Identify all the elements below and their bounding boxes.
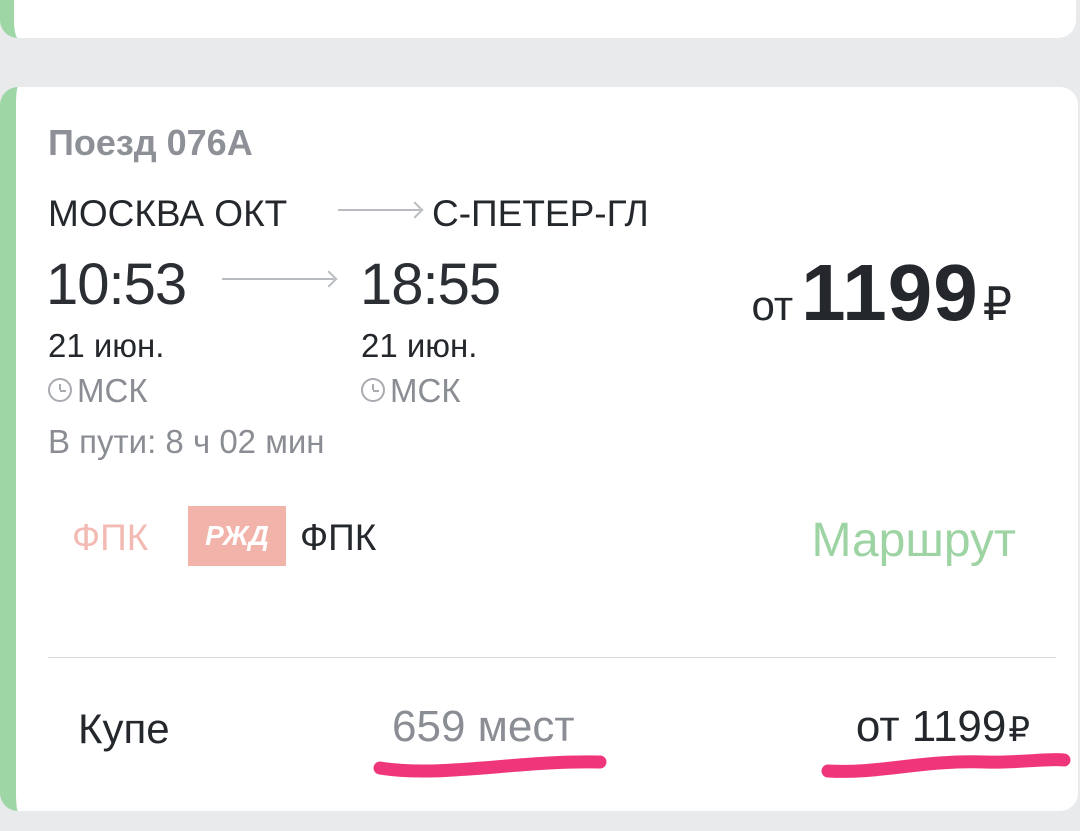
ruble-sign: ₽: [982, 278, 1012, 330]
arrival-time: 18:55: [360, 252, 501, 317]
carrier-name: ФПК: [300, 517, 377, 558]
clock-icon: [48, 378, 72, 403]
time-arrow-icon: [222, 278, 334, 280]
car-class-price-prefix: от: [855, 702, 900, 751]
route-link[interactable]: Маршрут: [811, 513, 1016, 568]
available-seats: 659 мест: [392, 702, 575, 751]
ruble-sign: ₽: [1008, 711, 1030, 749]
arrival-timezone: МСК: [361, 372, 461, 410]
car-class-name[interactable]: Купе: [78, 705, 170, 753]
arrival-timezone-label: МСК: [390, 372, 461, 409]
train-number: Поезд 076А: [48, 122, 253, 163]
car-class-price[interactable]: от 1199₽: [856, 702, 1030, 752]
station-arrow-icon: [338, 209, 420, 211]
rzd-logo: РЖД: [188, 506, 286, 566]
departure-timezone-label: МСК: [77, 372, 148, 409]
min-price: от 1199₽: [751, 247, 1012, 339]
min-price-amount: 1199: [801, 248, 979, 337]
clock-icon: [361, 378, 385, 403]
train-card[interactable]: Поезд 076А МОСКВА ОКТ С-ПЕТЕР-ГЛ 10:53 1…: [0, 87, 1078, 811]
arrival-date: 21 июн.: [361, 327, 478, 364]
departure-timezone: МСК: [48, 372, 148, 410]
min-price-prefix: от: [751, 282, 794, 329]
carrier-label-faded: ФПК: [72, 517, 149, 558]
divider: [48, 657, 1056, 658]
car-class-price-amount: 1199: [911, 702, 1007, 751]
departure-station: МОСКВА ОКТ: [48, 193, 288, 234]
departure-time: 10:53: [46, 252, 187, 317]
arrival-station: С-ПЕТЕР-ГЛ: [432, 193, 649, 234]
previous-train-card[interactable]: [0, 0, 1076, 38]
travel-duration: В пути: 8 ч 02 мин: [48, 423, 325, 460]
departure-date: 21 июн.: [48, 327, 165, 364]
